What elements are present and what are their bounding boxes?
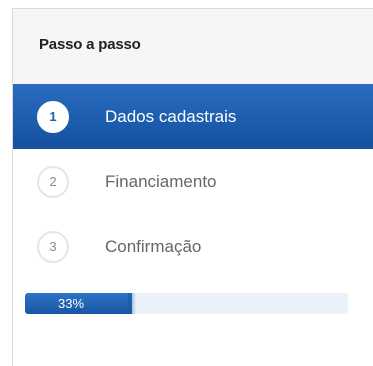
step-list: 1 Dados cadastrais 2 Financiamento 3 Con… xyxy=(13,84,373,279)
step-confirmacao[interactable]: 3 Confirmação xyxy=(13,214,373,279)
step-dados-cadastrais[interactable]: 1 Dados cadastrais xyxy=(13,84,373,149)
step-number-badge: 3 xyxy=(37,230,69,263)
step-label: Confirmação xyxy=(105,236,202,256)
panel-title: Passo a passo xyxy=(39,36,141,53)
step-financiamento[interactable]: 2 Financiamento xyxy=(13,149,373,214)
progress-label: 33% xyxy=(58,296,85,311)
step-number-badge: 2 xyxy=(37,165,69,198)
panel-header: Passo a passo xyxy=(13,9,373,85)
step-number-badge: 1 xyxy=(37,100,69,133)
progress-bar: 33% xyxy=(25,293,348,314)
step-label: Dados cadastrais xyxy=(105,106,237,126)
step-label: Financiamento xyxy=(105,171,217,191)
